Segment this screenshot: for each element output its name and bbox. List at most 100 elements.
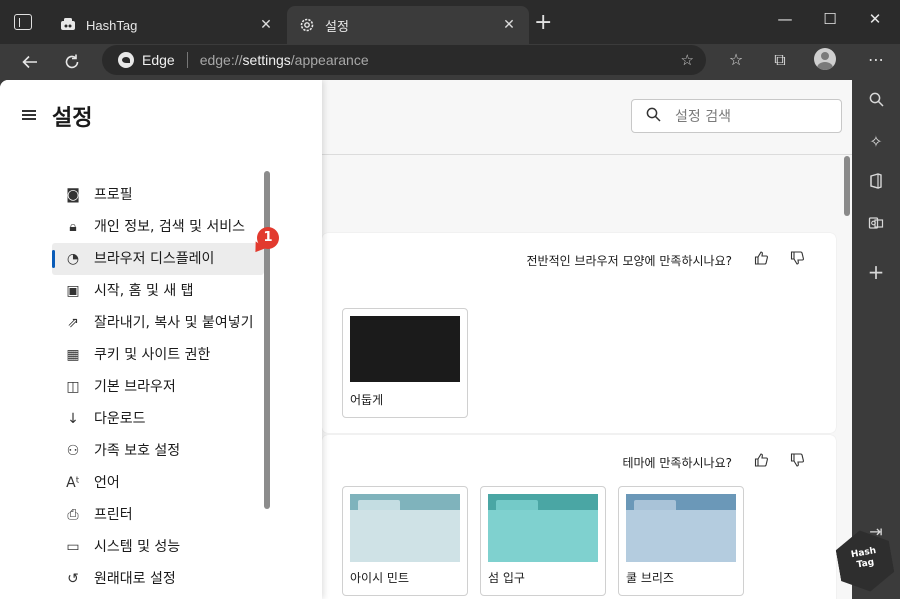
language-icon: Aᵗ <box>66 475 80 491</box>
share-icon: ⇗ <box>67 315 79 331</box>
add-icon[interactable]: + <box>864 260 888 284</box>
sidebar-item-label: 원래대로 설정 <box>94 571 176 587</box>
address-bar[interactable]: Edge edge://settings/appearance ☆ <box>102 45 706 75</box>
settings-page: 설정 검색 전반적인 브라우저 모양에 만족하시나요? 어둡게 테마에 만족하시… <box>0 80 852 599</box>
home-tab-icon: ▣ <box>66 283 80 299</box>
outlook-icon[interactable] <box>864 214 888 238</box>
settings-sidebar: 설정 ◙ 프로필 🔒︎ 개인 정보, 검색 및 서비스 ◔ 브라우저 디스플레이 ▣ 시작, … <box>0 80 322 599</box>
theme-preview <box>488 494 598 562</box>
add-favorite-icon[interactable]: ☆ <box>681 51 694 69</box>
search-icon[interactable] <box>864 90 888 114</box>
new-tab-button[interactable]: + <box>534 12 552 34</box>
maximize-button[interactable]: ☐ <box>815 10 845 28</box>
theme-preview <box>626 494 736 562</box>
theme-tile-cool-breeze[interactable]: 쿨 브리즈 <box>618 486 744 596</box>
thumbs-up-icon[interactable] <box>754 453 768 471</box>
step-badge: 1 <box>257 227 279 249</box>
sidebar-item[interactable]: ⎙ 프린터 <box>52 499 264 531</box>
sidebar-item-label: 다운로드 <box>94 411 146 427</box>
more-options-icon[interactable]: ⋯ <box>864 50 888 69</box>
close-tab-icon[interactable]: ✕ <box>501 17 517 33</box>
close-tab-icon[interactable]: ✕ <box>258 17 274 33</box>
tab-hashtag[interactable]: HashTag ✕ <box>48 6 286 44</box>
sidebar-item-label: 언어 <box>94 475 120 491</box>
sidebar-item-label: 프린터 <box>94 507 133 523</box>
edge-sidebar: ✧ + ⇥ <box>852 80 900 599</box>
sidebar-item[interactable]: Aᵗ 언어 <box>52 467 264 499</box>
palette-icon: ◔ <box>66 251 80 267</box>
sidebar-item[interactable]: ◔ 브라우저 디스플레이 <box>52 243 264 275</box>
sidebar-item-label: 프로필 <box>94 187 133 203</box>
address-separator <box>186 52 188 68</box>
profile-icon: ◙ <box>66 187 80 203</box>
sidebar-item[interactable]: ▦ 쿠키 및 사이트 권한 <box>52 339 264 371</box>
tile-label: 섬 입구 <box>488 571 525 585</box>
sidebar-item[interactable]: 🔒︎ 개인 정보, 검색 및 서비스 <box>52 211 264 243</box>
gear-icon <box>299 17 315 33</box>
theme-preview <box>350 494 460 562</box>
refresh-button[interactable] <box>58 48 86 76</box>
theme-tile-icy-mint[interactable]: 아이시 민트 <box>342 486 468 596</box>
search-input[interactable]: 설정 검색 <box>631 99 842 133</box>
theme-tile-island-getaway[interactable]: 섬 입구 <box>480 486 606 596</box>
theme-tile-dark[interactable]: 어둡게 <box>342 308 468 418</box>
minimize-button[interactable]: — <box>770 10 800 28</box>
tab-bar: HashTag ✕ 설정 ✕ + — ☐ ✕ <box>0 0 900 44</box>
sidebar-item-label: 시스템 및 성능 <box>94 539 181 555</box>
lock-icon: 🔒︎ <box>69 219 77 235</box>
theme-card: 테마에 만족하시나요? 아이시 민트 섬 입구 쿨 브리즈 <box>322 435 836 599</box>
sidebar-item-label: 시작, 홈 및 새 탭 <box>94 283 194 299</box>
tab-title: 설정 <box>325 18 349 34</box>
sidebar-item-label: 쿠키 및 사이트 권한 <box>94 347 211 363</box>
feedback-row: 테마에 만족하시나요? <box>622 453 804 471</box>
tile-label: 아이시 민트 <box>350 571 410 585</box>
sidebar-item[interactable]: ◙ 프로필 <box>52 179 264 211</box>
back-button[interactable] <box>16 48 44 76</box>
close-window-button[interactable]: ✕ <box>860 10 890 28</box>
download-icon: ↓ <box>67 411 79 427</box>
sidebar-item-label: 개인 정보, 검색 및 서비스 <box>94 219 246 235</box>
sidebar-item[interactable]: ◫ 기본 브라우저 <box>52 371 264 403</box>
tab-title: HashTag <box>86 17 138 33</box>
cookie-icon: ▦ <box>66 347 80 363</box>
discover-icon[interactable]: ✧ <box>864 130 888 154</box>
tab-settings[interactable]: 설정 ✕ <box>287 6 529 44</box>
search-placeholder: 설정 검색 <box>675 109 731 125</box>
sidebar-item[interactable]: ▭ 시스템 및 성능 <box>52 531 264 563</box>
content-header: 설정 검색 <box>322 80 852 155</box>
thumbs-down-icon[interactable] <box>790 251 804 269</box>
sidebar-nav: ◙ 프로필 🔒︎ 개인 정보, 검색 및 서비스 ◔ 브라우저 디스플레이 ▣ 시작, 홈 및… <box>52 179 264 595</box>
sidebar-item[interactable]: ⚇ 가족 보호 설정 <box>52 435 264 467</box>
search-icon <box>646 107 661 126</box>
site-label: Edge <box>142 52 175 68</box>
tile-label: 쿨 브리즈 <box>626 571 674 585</box>
default-browser-icon: ◫ <box>66 379 80 395</box>
sidebar-scrollbar[interactable] <box>264 171 270 509</box>
system-icon: ▭ <box>66 539 80 555</box>
thumbs-down-icon[interactable] <box>790 453 804 471</box>
appearance-card: 전반적인 브라우저 모양에 만족하시나요? 어둡게 <box>322 233 836 433</box>
sidebar-item[interactable]: ⇗ 잘라내기, 복사 및 붙여넣기 <box>52 307 264 339</box>
sidebar-item-label: 잘라내기, 복사 및 붙여넣기 <box>94 315 254 331</box>
feedback-text: 테마에 만족하시나요? <box>622 455 732 470</box>
feedback-text: 전반적인 브라우저 모양에 만족하시나요? <box>526 253 733 268</box>
printer-icon: ⎙ <box>67 507 79 523</box>
sidebar-item[interactable]: ▣ 시작, 홈 및 새 탭 <box>52 275 264 307</box>
content-scrollbar[interactable] <box>844 156 850 216</box>
office-icon[interactable] <box>864 172 888 196</box>
collections-icon[interactable]: ⧉ <box>768 50 792 70</box>
sidebar-item[interactable]: ↺ 원래대로 설정 <box>52 563 264 595</box>
sidebar-item-label: 가족 보호 설정 <box>94 443 181 459</box>
page-title: 설정 <box>52 106 93 131</box>
avatar[interactable] <box>814 48 836 70</box>
tab-actions-icon[interactable] <box>14 14 32 30</box>
hamburger-menu-icon[interactable] <box>22 110 36 120</box>
feedback-row: 전반적인 브라우저 모양에 만족하시나요? <box>527 251 805 269</box>
navigation-toolbar: Edge edge://settings/appearance ☆ ☆ ⧉ ⋯ <box>0 44 900 80</box>
reset-icon: ↺ <box>67 571 79 587</box>
dark-preview <box>350 316 460 382</box>
favorites-icon[interactable]: ☆ <box>724 50 748 69</box>
thumbs-up-icon[interactable] <box>754 251 768 269</box>
browser-window: HashTag ✕ 설정 ✕ + — ☐ ✕ Edge edge://setti… <box>0 0 900 599</box>
sidebar-item[interactable]: ↓ 다운로드 <box>52 403 264 435</box>
